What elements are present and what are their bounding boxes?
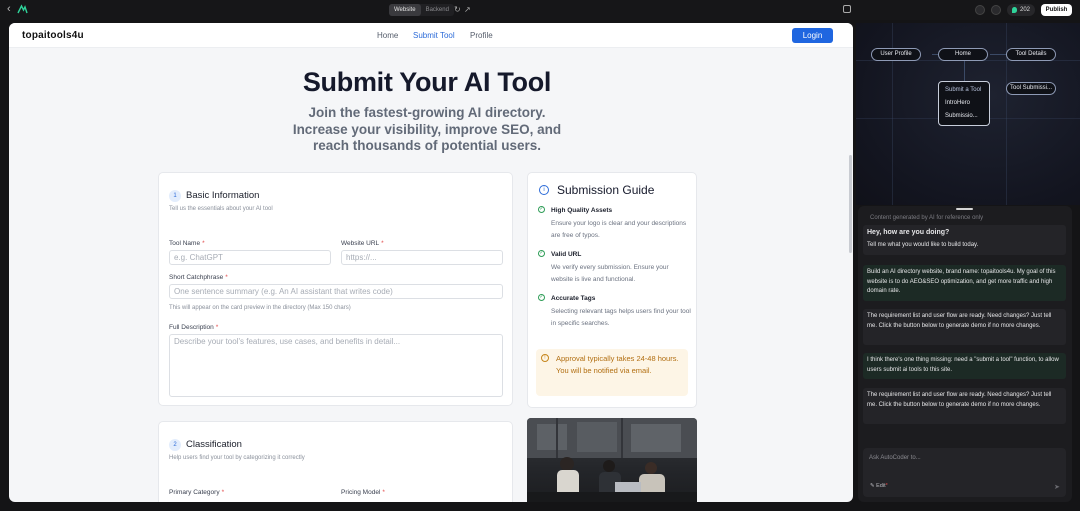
user-flow-canvas[interactable]: User Profile Home Tool Details Tool Subm… — [856, 23, 1080, 205]
section-number: 1 — [169, 190, 181, 202]
code-icon[interactable] — [975, 5, 985, 15]
catchphrase-hint: This will appear on the card preview in … — [169, 305, 351, 311]
chat-input[interactable]: Ask AutoCoder to... — [869, 455, 921, 461]
app-toolbar: ‹ Website Backend ↻ ↗ 202 Publish — [0, 0, 1080, 20]
flow-node-home[interactable]: Home — [938, 48, 988, 61]
pricing-label: Pricing Model * — [341, 489, 385, 496]
login-button[interactable]: Login — [792, 28, 833, 43]
section-number: 2 — [169, 439, 181, 451]
flow-subnode[interactable]: IntroHero — [945, 100, 970, 106]
tool-name-input[interactable]: e.g. ChatGPT — [169, 250, 331, 265]
site-navbar: topaitools4u Home Submit Tool Profile Lo… — [9, 23, 853, 48]
preview-scrollbar[interactable] — [849, 155, 852, 253]
credit-icon — [1012, 7, 1017, 13]
flow-connector — [964, 61, 965, 81]
guide-item-desc: We verify every submission. Ensure your … — [551, 264, 669, 283]
resize-handle[interactable] — [956, 208, 973, 210]
website-url-input[interactable]: https://... — [341, 250, 503, 265]
site-brand[interactable]: topaitools4u — [22, 30, 84, 41]
chat-message-assistant: The requirement list and user flow are r… — [863, 388, 1066, 424]
chat-input-box[interactable]: Ask AutoCoder to... ✎ Edit* ➤ — [863, 448, 1066, 497]
assistant-greeting: Hey, how are you doing? Tell me what you… — [863, 225, 1066, 255]
guide-item-desc: Ensure your logo is clear and your descr… — [551, 220, 687, 239]
send-icon[interactable]: ➤ — [1054, 483, 1060, 491]
open-external-icon[interactable]: ↗ — [464, 4, 471, 16]
greeting-body: Tell me what you would like to build tod… — [867, 241, 979, 248]
flow-subnode[interactable]: Submit a Tool — [945, 87, 981, 93]
check-icon: ✓ — [538, 206, 545, 213]
section-subtitle: Tell us the essentials about your AI too… — [169, 206, 273, 212]
section-title: Basic Information — [186, 190, 260, 201]
publish-button[interactable]: Publish — [1041, 4, 1072, 16]
alert-icon: ! — [541, 354, 549, 362]
tab-backend[interactable]: Backend — [421, 4, 454, 16]
flow-node-tool-details[interactable]: Tool Details — [1006, 48, 1056, 61]
catchphrase-label: Short Catchphrase * — [169, 274, 228, 281]
website-url-label: Website URL * — [341, 240, 384, 247]
flow-connector — [990, 54, 1006, 55]
view-switcher: Website Backend — [389, 4, 454, 16]
guide-item-desc: Selecting relevant tags helps users find… — [551, 308, 691, 327]
guide-item-title: Accurate Tags — [551, 295, 596, 302]
section-title: Classification — [186, 439, 242, 450]
edit-button[interactable]: ✎ Edit* — [870, 483, 888, 489]
tool-name-label: Tool Name * — [169, 240, 205, 247]
nav-submit-tool[interactable]: Submit Tool — [413, 31, 455, 40]
page-subtitle: Join the fastest-growing AI directory. I… — [292, 105, 562, 153]
approval-notice: ! Approval typically takes 24-48 hours. … — [536, 349, 688, 396]
check-icon: ✓ — [538, 294, 545, 301]
info-icon: i — [539, 185, 549, 195]
history-icon[interactable] — [991, 5, 1001, 15]
back-icon[interactable]: ‹ — [7, 3, 11, 16]
credits-badge[interactable]: 202 — [1007, 4, 1036, 16]
flow-node-submit-tool[interactable]: Submit a Tool IntroHero Submissio... — [938, 81, 990, 126]
chat-message-user: I think there's one thing missing: need … — [863, 353, 1066, 379]
description-textarea[interactable]: Describe your tool's features, use cases… — [169, 334, 503, 397]
guide-item-title: Valid URL — [551, 251, 582, 258]
guide-item-title: High Quality Assets — [551, 207, 613, 214]
check-icon: ✓ — [538, 250, 545, 257]
basic-info-card: 1 Basic Information Tell us the essentia… — [158, 172, 513, 406]
flow-subnode[interactable]: Submissio... — [945, 113, 978, 119]
category-label: Primary Category * — [169, 489, 225, 496]
chat-panel: Content generated by AI for reference on… — [858, 206, 1072, 502]
chat-message-assistant: The requirement list and user flow are r… — [863, 309, 1066, 345]
tab-website[interactable]: Website — [389, 4, 421, 16]
flow-node-user-profile[interactable]: User Profile — [871, 48, 921, 61]
greeting-title: Hey, how are you doing? — [867, 229, 950, 236]
app-logo-icon — [17, 4, 28, 14]
team-photo-illustration — [527, 418, 697, 502]
classification-card: 2 Classification Help users find your to… — [158, 421, 513, 502]
description-label: Full Description * — [169, 324, 219, 331]
team-photo — [527, 418, 697, 502]
toggle-panel-icon[interactable] — [843, 5, 851, 13]
chat-message-user: Build an AI directory website, brand nam… — [863, 265, 1066, 301]
guide-title: Submission Guide — [557, 183, 655, 197]
website-preview: topaitools4u Home Submit Tool Profile Lo… — [9, 23, 853, 502]
section-subtitle: Help users find your tool by categorizin… — [169, 455, 305, 461]
approval-text: Approval typically takes 24-48 hours. Yo… — [556, 354, 679, 375]
page-title: Submit Your AI Tool — [302, 67, 552, 97]
catchphrase-input[interactable]: One sentence summary (e.g. An AI assista… — [169, 284, 503, 299]
nav-profile[interactable]: Profile — [470, 31, 493, 40]
refresh-icon[interactable]: ↻ — [454, 4, 461, 16]
ai-disclaimer: Content generated by AI for reference on… — [870, 215, 984, 221]
nav-home[interactable]: Home — [377, 31, 398, 40]
flow-node-tool-submission[interactable]: Tool Submissi... — [1006, 82, 1056, 95]
